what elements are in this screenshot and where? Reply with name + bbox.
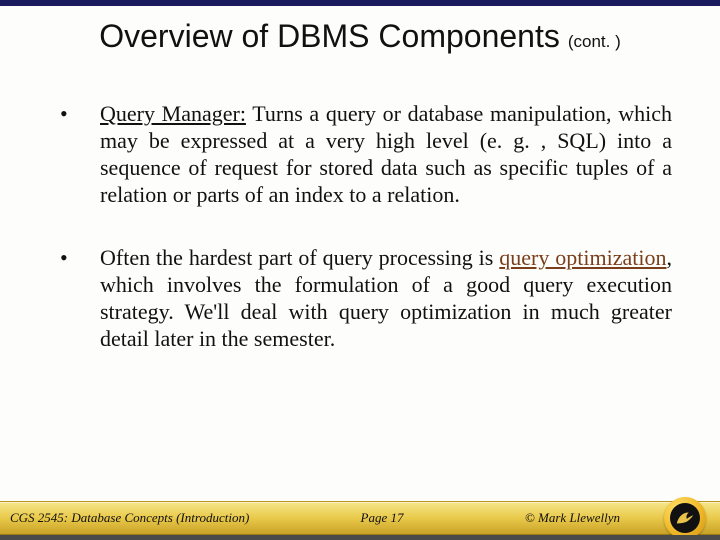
bullet-marker: • [60, 100, 100, 208]
pegasus-icon [674, 507, 696, 529]
ucf-logo [664, 497, 706, 539]
slide-title: Overview of DBMS Components [99, 18, 560, 54]
bullet-item: • Often the hardest part of query proces… [60, 244, 672, 352]
bullet-text: Often the hardest part of query processi… [100, 244, 672, 352]
slide-title-area: Overview of DBMS Components (cont. ) [0, 18, 720, 55]
bullet-term: Query Manager: [100, 101, 246, 126]
bullet-item: • Query Manager: Turns a query or databa… [60, 100, 672, 208]
bottom-edge [0, 535, 720, 540]
bullet-marker: • [60, 244, 100, 352]
bullet-text: Query Manager: Turns a query or database… [100, 100, 672, 208]
bullet-highlight: query optimization [499, 245, 666, 270]
bullet-pre: Often the hardest part of query processi… [100, 245, 499, 270]
top-accent-bar [0, 0, 720, 6]
footer-course: CGS 2545: Database Concepts (Introductio… [0, 510, 249, 526]
footer-bar: CGS 2545: Database Concepts (Introductio… [0, 501, 720, 535]
slide-title-suffix: (cont. ) [568, 32, 621, 51]
slide-content: • Query Manager: Turns a query or databa… [60, 100, 672, 388]
